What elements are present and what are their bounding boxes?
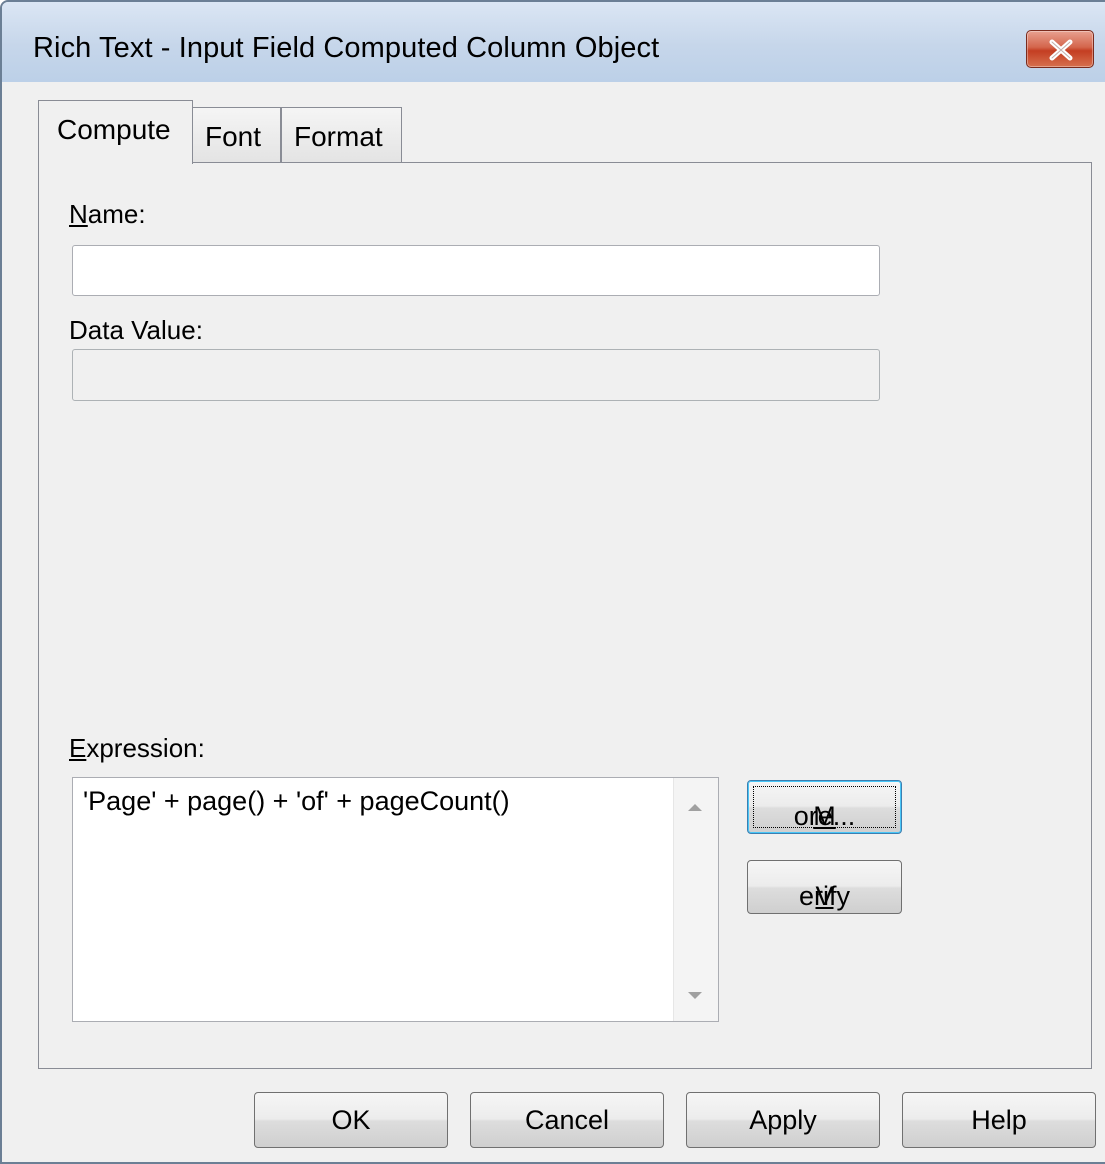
expression-scrollbar[interactable] [673, 778, 718, 1021]
more-button[interactable]: More... [747, 780, 902, 834]
tab-format[interactable]: Format [281, 107, 402, 164]
data-value-field [72, 349, 880, 401]
dialog-client-area: Compute Font Format Name: Data Value: Ex… [2, 82, 1105, 1162]
name-label: Name: [69, 199, 146, 229]
help-button-label: Help [971, 1105, 1027, 1135]
apply-button[interactable]: Apply [686, 1092, 880, 1148]
title-bar[interactable]: Rich Text - Input Field Computed Column … [2, 2, 1105, 82]
expression-text: 'Page' + page() + 'of' + pageCount() [83, 786, 510, 816]
tab-font[interactable]: Font [192, 107, 281, 164]
verify-button[interactable]: Verify [747, 860, 902, 914]
expression-textarea[interactable]: 'Page' + page() + 'of' + pageCount() [72, 777, 719, 1022]
expression-label: Expression: [69, 733, 205, 763]
compute-tab-panel: Name: Data Value: Expression: 'Page' + p… [38, 162, 1092, 1069]
window-title: Rich Text - Input Field Computed Column … [33, 32, 660, 64]
ok-button[interactable]: OK [254, 1092, 448, 1148]
close-icon [1049, 39, 1073, 61]
tab-font-label: Font [205, 121, 262, 152]
name-input[interactable] [72, 245, 880, 296]
data-value-label: Data Value: [69, 315, 203, 345]
dialog-window: Rich Text - Input Field Computed Column … [0, 0, 1105, 1164]
scroll-up-arrow-icon[interactable] [688, 804, 702, 811]
tab-compute-label: Compute [57, 114, 171, 145]
close-button[interactable] [1026, 30, 1094, 68]
tab-compute[interactable]: Compute [38, 100, 193, 164]
ok-button-label: OK [331, 1105, 371, 1135]
cancel-button[interactable]: Cancel [470, 1092, 664, 1148]
cancel-button-label: Cancel [524, 1105, 610, 1135]
scroll-down-arrow-icon[interactable] [688, 992, 702, 999]
apply-button-label: Apply [749, 1105, 817, 1135]
tab-format-label: Format [294, 121, 383, 152]
help-button[interactable]: Help [902, 1092, 1096, 1148]
